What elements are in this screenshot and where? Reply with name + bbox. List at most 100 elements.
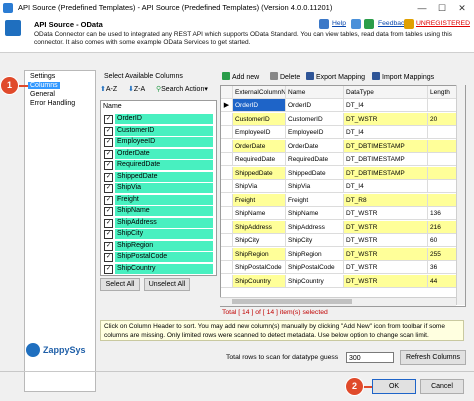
tree-item-settings[interactable]: Settings <box>28 73 57 80</box>
external-column-cell[interactable]: Freight <box>233 193 286 207</box>
external-column-cell[interactable]: ShipRegion <box>233 247 286 261</box>
row-handle[interactable] <box>221 153 233 166</box>
available-column-item[interactable]: ✓ ShipCountry <box>101 263 214 275</box>
add-new-button[interactable]: Add new <box>222 72 259 81</box>
unselect-all-button[interactable]: Unselect All <box>144 278 190 291</box>
name-cell[interactable]: ShipCountry <box>286 274 344 288</box>
external-column-cell[interactable]: OrderID <box>233 99 286 112</box>
grid-header-external[interactable]: ExternalColumnNar <box>233 86 286 99</box>
available-column-item[interactable]: ✓ ShipAddress <box>101 217 214 229</box>
name-cell[interactable]: ShipAddress <box>286 220 344 234</box>
datatype-cell[interactable]: DT_I4 <box>344 126 428 139</box>
datatype-cell[interactable]: DT_R8 <box>344 193 428 207</box>
grid-row[interactable]: ▶ OrderID OrderID DT_I4 <box>221 99 465 112</box>
row-handle[interactable] <box>221 247 233 261</box>
external-column-cell[interactable]: ShipVia <box>233 180 286 193</box>
datatype-cell[interactable]: DT_WSTR <box>344 220 428 234</box>
grid-horizontal-scroll-thumb[interactable] <box>232 299 352 304</box>
external-column-cell[interactable]: EmployeeID <box>233 126 286 139</box>
name-cell[interactable]: ShippedDate <box>286 166 344 180</box>
ok-button[interactable]: OK <box>372 379 416 394</box>
column-checkbox[interactable]: ✓ <box>104 218 113 228</box>
available-column-item[interactable]: ✓ ShipCity <box>101 228 214 240</box>
datatype-cell[interactable]: DT_DBTIMESTAMP <box>344 166 428 180</box>
name-cell[interactable]: OrderDate <box>286 139 344 153</box>
column-checkbox[interactable]: ✓ <box>104 253 113 262</box>
help-link[interactable]: Help <box>332 20 346 27</box>
column-checkbox[interactable]: ✓ <box>104 138 113 147</box>
datatype-cell[interactable]: DT_WSTR <box>344 261 428 274</box>
name-cell[interactable]: ShipCity <box>286 234 344 247</box>
row-handle[interactable] <box>221 234 233 247</box>
external-column-cell[interactable]: ShipCity <box>233 234 286 247</box>
available-column-item[interactable]: ✓ EmployeeID <box>101 136 214 148</box>
refresh-columns-button[interactable]: Refresh Columns <box>400 350 466 365</box>
column-checkbox[interactable]: ✓ <box>104 172 113 182</box>
datatype-cell[interactable]: DT_DBTIMESTAMP <box>344 139 428 153</box>
name-cell[interactable]: CustomerID <box>286 112 344 126</box>
search-action-button[interactable]: ⚲Search Action▾ <box>156 85 208 93</box>
select-all-button[interactable]: Select All <box>100 278 140 291</box>
datatype-cell[interactable]: DT_DBTIMESTAMP <box>344 153 428 166</box>
grid-row[interactable]: ShipCountry ShipCountry DT_WSTR 44 <box>221 274 465 288</box>
column-checkbox[interactable]: ✓ <box>104 264 113 274</box>
name-cell[interactable]: OrderID <box>286 99 344 112</box>
grid-row[interactable]: OrderDate OrderDate DT_DBTIMESTAMP <box>221 139 465 153</box>
column-checkbox[interactable]: ✓ <box>104 230 113 239</box>
available-column-item[interactable]: ✓ RequiredDate <box>101 159 214 171</box>
name-cell[interactable]: EmployeeID <box>286 126 344 139</box>
tree-item-general[interactable]: General <box>28 91 57 98</box>
column-checkbox[interactable]: ✓ <box>104 207 113 216</box>
row-handle[interactable] <box>221 220 233 234</box>
external-column-cell[interactable]: ShippedDate <box>233 166 286 180</box>
external-column-cell[interactable]: ShipPostalCode <box>233 261 286 274</box>
grid-row[interactable]: ShipPostalCode ShipPostalCode DT_WSTR 36 <box>221 261 465 274</box>
available-column-item[interactable]: ✓ ShipRegion <box>101 240 214 252</box>
name-cell[interactable]: ShipPostalCode <box>286 261 344 274</box>
datatype-cell[interactable]: DT_I4 <box>344 99 428 112</box>
row-handle[interactable] <box>221 207 233 220</box>
grid-row[interactable]: RequiredDate RequiredDate DT_DBTIMESTAMP <box>221 153 465 166</box>
column-checkbox[interactable]: ✓ <box>104 149 113 159</box>
external-column-cell[interactable]: ShipAddress <box>233 220 286 234</box>
unregistered-link[interactable]: UNREGISTERED <box>416 20 470 27</box>
available-column-item[interactable]: ✓ ShipName <box>101 205 214 217</box>
close-window-button[interactable]: ✕ <box>452 1 472 15</box>
datatype-cell[interactable]: DT_I4 <box>344 180 428 193</box>
external-column-cell[interactable]: ShipCountry <box>233 274 286 288</box>
grid-row[interactable]: ShipCity ShipCity DT_WSTR 60 <box>221 234 465 247</box>
grid-row[interactable]: EmployeeID EmployeeID DT_I4 <box>221 126 465 139</box>
grid-row[interactable]: ShipRegion ShipRegion DT_WSTR 255 <box>221 247 465 261</box>
scan-rows-input[interactable]: 300 <box>346 352 394 363</box>
external-column-cell[interactable]: RequiredDate <box>233 153 286 166</box>
external-column-cell[interactable]: OrderDate <box>233 139 286 153</box>
column-checkbox[interactable]: ✓ <box>104 241 113 251</box>
available-column-item[interactable]: ✓ ShipPostalCode <box>101 251 214 263</box>
name-cell[interactable]: RequiredDate <box>286 153 344 166</box>
column-checkbox[interactable]: ✓ <box>104 184 113 193</box>
name-cell[interactable]: ShipRegion <box>286 247 344 261</box>
available-column-item[interactable]: ✓ ShippedDate <box>101 171 214 183</box>
grid-header-datatype[interactable]: DataType <box>344 86 428 99</box>
row-handle[interactable] <box>221 261 233 274</box>
available-list-header[interactable]: Name <box>103 103 122 110</box>
name-cell[interactable]: ShipName <box>286 207 344 220</box>
column-checkbox[interactable]: ✓ <box>104 195 113 205</box>
cancel-button[interactable]: Cancel <box>420 379 464 394</box>
grid-header-name[interactable]: Name <box>286 86 344 99</box>
available-column-item[interactable]: ✓ CustomerID <box>101 125 214 137</box>
grid-row[interactable]: ShippedDate ShippedDate DT_DBTIMESTAMP <box>221 166 465 180</box>
grid-row[interactable]: Freight Freight DT_R8 <box>221 193 465 207</box>
row-handle[interactable] <box>221 193 233 207</box>
maximize-button[interactable]: ☐ <box>432 1 452 15</box>
grid-vertical-scrollbar[interactable] <box>456 85 465 305</box>
datatype-cell[interactable]: DT_WSTR <box>344 274 428 288</box>
tree-item-error-handling[interactable]: Error Handling <box>28 100 77 107</box>
sort-az-button[interactable]: ⬆A-Z <box>100 85 117 93</box>
datatype-cell[interactable]: DT_WSTR <box>344 234 428 247</box>
export-mapping-button[interactable]: Export Mapping <box>306 72 365 81</box>
row-handle[interactable] <box>221 180 233 193</box>
row-handle[interactable] <box>221 166 233 180</box>
grid-row[interactable]: ShipName ShipName DT_WSTR 136 <box>221 207 465 220</box>
available-column-item[interactable]: ✓ OrderDate <box>101 148 214 160</box>
